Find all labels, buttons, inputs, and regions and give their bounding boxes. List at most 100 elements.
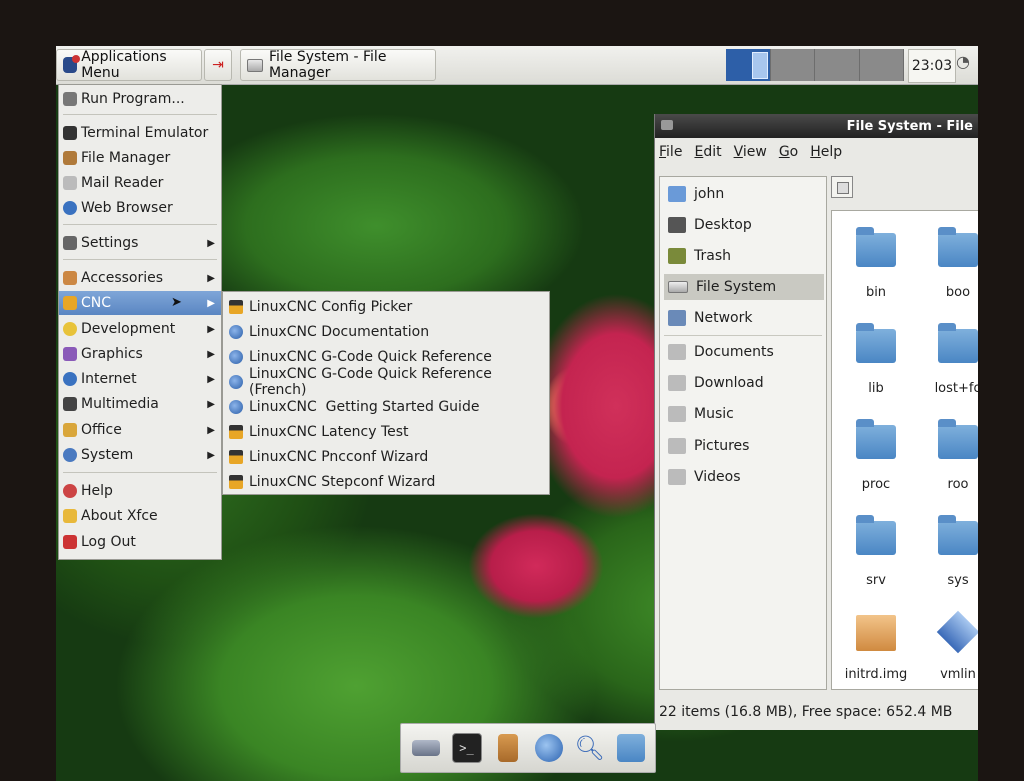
window-titlebar[interactable]: File System - File bbox=[655, 114, 978, 138]
file-item[interactable]: bin bbox=[836, 227, 916, 317]
folder-icon bbox=[856, 323, 896, 363]
notification-icon[interactable]: ◔ bbox=[956, 52, 970, 71]
menu-item-system[interactable]: System ▶ bbox=[59, 443, 221, 467]
menu-item-graphics[interactable]: Graphics ▶ bbox=[59, 342, 221, 366]
menu-file[interactable]: File bbox=[659, 144, 682, 160]
submenu-arrow-icon: ▶ bbox=[207, 373, 215, 385]
place-music[interactable]: Music bbox=[664, 401, 824, 427]
place-network[interactable]: Network bbox=[664, 305, 824, 331]
menu-item-settings[interactable]: Settings ▶ bbox=[59, 231, 221, 255]
folder-launcher[interactable] bbox=[615, 732, 647, 764]
submenu-arrow-icon: ▶ bbox=[207, 398, 215, 410]
file-item[interactable]: vmlin bbox=[918, 610, 978, 689]
development-icon bbox=[63, 322, 77, 336]
show-desktop-launcher[interactable] bbox=[410, 732, 442, 764]
folder-icon bbox=[938, 419, 978, 459]
cnc-item-documentation[interactable]: LinuxCNC Documentation bbox=[223, 319, 549, 344]
help-icon bbox=[229, 374, 243, 389]
file-item[interactable]: boo bbox=[918, 227, 978, 317]
menu-item-development[interactable]: Development ▶ bbox=[59, 317, 221, 341]
menu-item-internet[interactable]: Internet ▶ bbox=[59, 367, 221, 391]
workspace-2[interactable] bbox=[770, 49, 815, 81]
linuxcnc-icon bbox=[229, 449, 243, 464]
help-icon bbox=[229, 324, 243, 339]
menu-item-multimedia[interactable]: Multimedia ▶ bbox=[59, 392, 221, 416]
menu-item-terminal-emulator[interactable]: Terminal Emulator bbox=[59, 121, 221, 145]
place-pictures[interactable]: Pictures bbox=[664, 433, 824, 459]
path-bar-button[interactable] bbox=[831, 176, 853, 198]
cnc-item-pncconf-wizard[interactable]: LinuxCNC Pncconf Wizard bbox=[223, 444, 549, 469]
file-item[interactable]: roo bbox=[918, 419, 978, 509]
mail-icon bbox=[63, 176, 77, 190]
web-browser-launcher[interactable] bbox=[533, 732, 565, 764]
workspace-1[interactable] bbox=[726, 49, 771, 81]
kernel-file-icon bbox=[936, 610, 978, 654]
file-view[interactable]: bin boo lib lost+fo proc roo srv sys ini… bbox=[831, 210, 978, 690]
menu-help[interactable]: Help bbox=[810, 144, 842, 160]
package-icon bbox=[856, 615, 896, 651]
place-trash[interactable]: Trash bbox=[664, 243, 824, 269]
place-documents[interactable]: Documents bbox=[664, 339, 824, 365]
cnc-item-getting-started[interactable]: LinuxCNC Getting Started Guide bbox=[223, 394, 549, 419]
menu-view[interactable]: View bbox=[734, 144, 767, 160]
folder-icon bbox=[668, 344, 686, 360]
file-item[interactable]: srv bbox=[836, 515, 916, 605]
clock[interactable]: 23:03 bbox=[908, 49, 956, 83]
window-menu-icon[interactable] bbox=[661, 120, 673, 130]
place-download[interactable]: Download bbox=[664, 370, 824, 396]
taskbar-file-manager[interactable]: File System - File Manager bbox=[240, 49, 436, 81]
folder-icon bbox=[856, 419, 896, 459]
submenu-arrow-icon: ▶ bbox=[207, 348, 215, 360]
submenu-arrow-icon: ▶ bbox=[207, 272, 215, 284]
globe-icon bbox=[534, 734, 563, 762]
menu-item-mail-reader[interactable]: Mail Reader bbox=[59, 171, 221, 195]
place-desktop[interactable]: Desktop bbox=[664, 212, 824, 238]
cnc-item-gcode-reference-french[interactable]: LinuxCNC G-Code Quick Reference (French) bbox=[223, 366, 549, 398]
workspace-4[interactable] bbox=[859, 49, 904, 81]
workspace-3[interactable] bbox=[815, 49, 860, 81]
menu-item-web-browser[interactable]: Web Browser bbox=[59, 196, 221, 220]
menu-item-log-out[interactable]: Log Out bbox=[59, 530, 221, 554]
cnc-item-config-picker[interactable]: LinuxCNC Config Picker bbox=[223, 294, 549, 319]
help-icon bbox=[229, 399, 243, 414]
search-icon: 🔍︎ bbox=[574, 734, 605, 762]
accessories-icon bbox=[63, 271, 77, 285]
search-launcher[interactable]: 🔍︎ bbox=[574, 732, 606, 764]
menu-edit[interactable]: Edit bbox=[694, 144, 721, 160]
menu-item-about-xfce[interactable]: About Xfce bbox=[59, 504, 221, 528]
drive-icon bbox=[247, 58, 263, 72]
logout-action-button[interactable]: ⇥ bbox=[204, 49, 232, 81]
file-item[interactable]: lost+fo bbox=[918, 323, 978, 413]
place-john[interactable]: john bbox=[664, 181, 824, 207]
menu-item-run-program[interactable]: Run Program... bbox=[59, 87, 221, 111]
desktop-icon bbox=[411, 740, 440, 756]
file-item[interactable]: proc bbox=[836, 419, 916, 509]
file-item[interactable]: lib bbox=[836, 323, 916, 413]
menu-item-office[interactable]: Office ▶ bbox=[59, 418, 221, 442]
submenu-arrow-icon: ▶ bbox=[207, 237, 215, 249]
menu-item-cnc[interactable]: CNC ➤ ▶ bbox=[59, 291, 221, 315]
menu-separator bbox=[63, 259, 217, 260]
submenu-arrow-icon: ▶ bbox=[207, 323, 215, 335]
cnc-item-stepconf-wizard[interactable]: LinuxCNC Stepconf Wizard bbox=[223, 469, 549, 494]
menu-item-accessories[interactable]: Accessories ▶ bbox=[59, 266, 221, 290]
menu-separator bbox=[63, 472, 217, 473]
terminal-launcher[interactable]: >_ bbox=[451, 732, 483, 764]
menu-go[interactable]: Go bbox=[779, 144, 798, 160]
menu-item-file-manager[interactable]: File Manager bbox=[59, 146, 221, 170]
file-item[interactable]: sys bbox=[918, 515, 978, 605]
menu-item-help[interactable]: Help bbox=[59, 479, 221, 503]
submenu-arrow-icon: ▶ bbox=[207, 449, 215, 461]
file-item[interactable]: initrd.img bbox=[836, 611, 916, 689]
place-file-system[interactable]: File System bbox=[664, 274, 824, 300]
place-videos[interactable]: Videos bbox=[664, 464, 824, 490]
desktop[interactable]: Applications Menu ⇥ File System - File M… bbox=[56, 46, 978, 781]
file-manager-launcher[interactable] bbox=[492, 732, 524, 764]
cnc-item-latency-test[interactable]: LinuxCNC Latency Test bbox=[223, 419, 549, 444]
drive-icon bbox=[668, 281, 688, 293]
folder-icon bbox=[938, 227, 978, 267]
folder-icon bbox=[856, 515, 896, 555]
applications-menu-button[interactable]: Applications Menu bbox=[56, 49, 202, 81]
submenu-arrow-icon: ▶ bbox=[207, 297, 215, 309]
workspace-switcher[interactable] bbox=[726, 49, 904, 81]
